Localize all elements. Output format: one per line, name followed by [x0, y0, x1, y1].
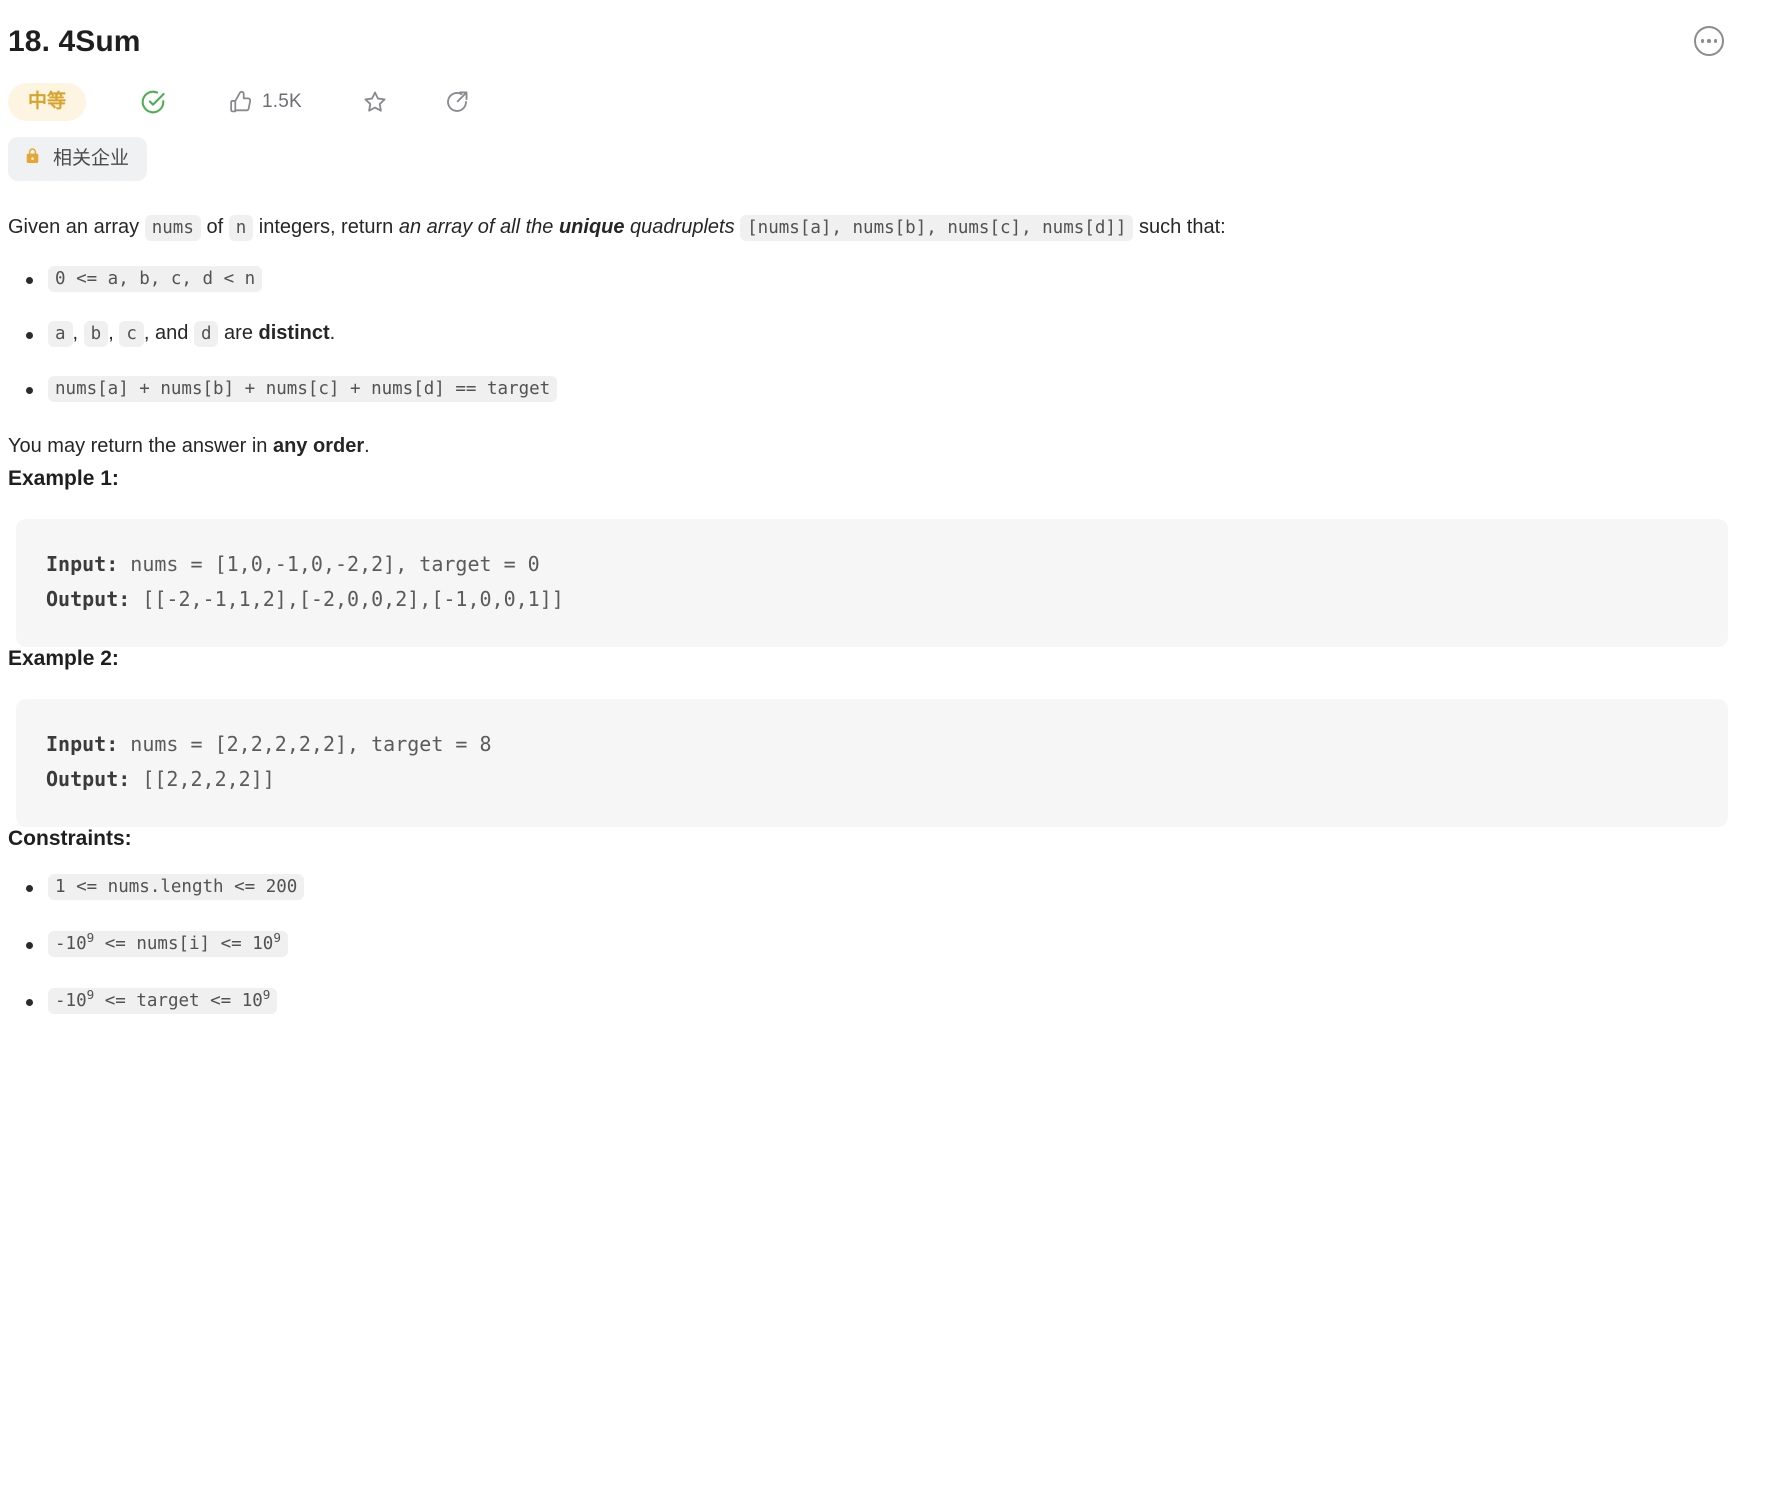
list-item: -109 <= nums[i] <= 109	[8, 928, 1736, 959]
constraint-seg: <= nums[i] <= 10	[94, 933, 274, 954]
intro-text-2: of	[200, 215, 229, 238]
intro-emphasis: an array of all the unique quadruplets	[399, 216, 735, 238]
closing-text-2: .	[364, 435, 370, 458]
ellipsis-dot	[1713, 39, 1718, 43]
star-icon	[362, 89, 388, 115]
example-1-codeblock: Input: nums = [1,0,-1,0,-2,2], target = …	[16, 518, 1728, 647]
inline-code-c: c	[119, 321, 144, 348]
constraints-list: 1 <= nums.length <= 200 -10 9 <= nums[i] …	[8, 871, 1736, 1016]
distinct-emphasis: distinct	[258, 322, 330, 345]
list-item: 0 <= a, b, c, d < n	[8, 263, 1736, 294]
intro-em-1: an array of all the	[398, 215, 559, 238]
example-2-input-value: nums = [2,2,2,2,2], target = 8	[118, 731, 492, 756]
problem-description-panel: 18. 4Sum 中等 1.5K 相关企业 Given an array num…	[0, 0, 1768, 1016]
solved-status-button[interactable]	[130, 83, 176, 121]
problem-content: Given an array nums of n integers, retur…	[8, 211, 1736, 1016]
intro-text-3: integers, return	[253, 215, 399, 238]
inline-code-a: a	[48, 321, 73, 348]
constraint-target-range: -109 <= target <= 109	[48, 986, 278, 1014]
ellipsis-dot	[1707, 39, 1711, 43]
share-arrow-icon	[444, 89, 470, 115]
example-2-codeblock: Input: nums = [2,2,2,2,2], target = 8 Ou…	[16, 698, 1728, 827]
any-order-emphasis: any order	[272, 435, 365, 458]
inline-code-quadruplets: [nums[a], nums[b], nums[c], nums[d]]	[740, 214, 1134, 241]
constraint-seg: <= target <= 10	[94, 990, 263, 1011]
constraints-heading: Constraints:	[8, 826, 132, 850]
example-2-input-label: Input:	[46, 731, 119, 756]
list-item: 1 <= nums.length <= 200	[8, 871, 1736, 902]
example-1-input-value: nums = [1,0,-1,0,-2,2], target = 0	[118, 551, 540, 576]
lock-icon	[23, 146, 42, 172]
constraint-exponent: 9	[262, 986, 271, 1002]
list-item: -109 <= target <= 109	[8, 985, 1736, 1016]
inline-code-sum-equation: nums[a] + nums[b] + nums[c] + nums[d] ==…	[48, 376, 558, 403]
constraint-exponent: 9	[273, 929, 281, 945]
list-text: ,	[72, 322, 84, 345]
problem-meta-row: 中等 1.5K	[8, 83, 1736, 121]
list-item: nums[a] + nums[b] + nums[c] + nums[d] ==…	[8, 373, 1736, 404]
example-2-heading: Example 2:	[8, 646, 119, 670]
constraint-seg: -10	[55, 990, 87, 1011]
page-title: 18. 4Sum	[8, 25, 141, 58]
inline-code-nums: nums	[144, 214, 201, 241]
list-text: , and	[143, 322, 194, 345]
like-count: 1.5K	[262, 91, 302, 112]
favorite-button[interactable]	[352, 83, 398, 121]
constraint-length: 1 <= nums.length <= 200	[48, 873, 305, 900]
example-1-input-label: Input:	[46, 551, 119, 576]
intro-paragraph: Given an array nums of n integers, retur…	[8, 211, 1736, 243]
inline-code-n: n	[228, 214, 254, 241]
like-button[interactable]: 1.5K	[218, 84, 312, 121]
check-circle-icon	[140, 89, 166, 115]
ellipsis-dot	[1700, 39, 1705, 43]
list-text: .	[329, 322, 336, 345]
ellipsis-circle-icon[interactable]	[1694, 26, 1724, 56]
company-tag-row: 相关企业	[8, 137, 1736, 181]
intro-text-4: such that:	[1133, 215, 1226, 238]
constraint-seg: -10	[55, 933, 87, 954]
list-text: ,	[108, 322, 120, 345]
title-row: 18. 4Sum	[8, 22, 1736, 61]
closing-paragraph: You may return the answer in any order.	[8, 430, 1736, 462]
example-2-output-label: Output:	[46, 766, 131, 791]
closing-text-1: You may return the answer in	[8, 435, 273, 458]
example-2-output-value: [[2,2,2,2]]	[130, 766, 275, 791]
list-item: a, b, c, and d are distinct.	[8, 318, 1736, 349]
example-1-heading: Example 1:	[8, 466, 119, 490]
condition-list: 0 <= a, b, c, d < n a, b, c, and d are d…	[8, 263, 1736, 404]
intro-em-2: quadruplets	[624, 215, 735, 238]
intro-text-1: Given an array	[8, 215, 145, 238]
constraint-nums-range: -109 <= nums[i] <= 109	[48, 929, 288, 957]
example-1-output-value: [[-2,-1,1,2],[-2,0,0,2],[-1,0,0,1]]	[130, 586, 564, 611]
list-text: are	[218, 322, 259, 345]
inline-code-index-range: 0 <= a, b, c, d < n	[48, 266, 263, 293]
intro-em-bold: unique	[558, 215, 625, 238]
thumbs-up-icon	[228, 90, 253, 115]
inline-code-b: b	[83, 321, 109, 348]
example-1-output-label: Output:	[46, 586, 131, 611]
related-companies-label: 相关企业	[53, 147, 130, 169]
related-companies-tag[interactable]: 相关企业	[8, 137, 148, 181]
inline-code-d: d	[193, 321, 219, 348]
difficulty-badge[interactable]: 中等	[8, 83, 87, 121]
share-button[interactable]	[434, 83, 480, 121]
